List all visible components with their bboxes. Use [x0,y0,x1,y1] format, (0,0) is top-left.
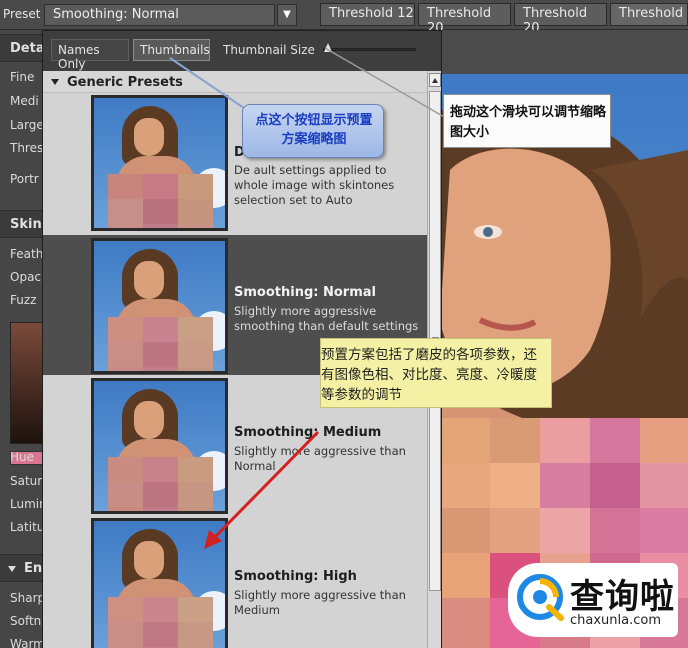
settings-panel: Deta Fine Medi Large Thres Portr Skin Fe… [0,30,47,648]
callout-text: 拖动这个滑块可以调节缩略图大小 [450,105,607,140]
tab-label: Threshold 12 [329,6,414,21]
setting-label: Sharp [10,591,46,605]
thumbnail-mosaic [108,317,213,371]
preset-select[interactable]: Smoothing: Normal [44,4,275,26]
callout-text: 点这个按钮显示预置方案缩略图 [255,113,373,147]
collapse-arrow-icon [8,566,16,572]
preset-thumbnail [91,238,228,374]
preset-thumbnail [91,518,228,648]
thumbnail-image [94,241,225,371]
preset-thumbnail [91,95,228,231]
section-title: Deta [10,41,45,56]
scroll-up-arrow-icon[interactable] [429,73,441,87]
setting-label: Large [10,118,44,132]
setting-label: Softn [10,614,42,628]
preset-description: Slightly more aggressive than Medium [234,588,406,617]
preset-title: Smoothing: Normal [234,285,376,300]
thumbnails-button[interactable]: Thumbnails [133,39,210,61]
setting-label: Opac [10,270,42,284]
skin-color-gradient[interactable] [10,322,44,444]
button-label: Names Only [58,43,100,71]
thumbnail-image [94,98,225,228]
setting-label: Satur [10,474,43,488]
preset-description: Slightly more aggressive smoothing than … [234,304,419,333]
button-label: Thumbnails [140,43,210,57]
chevron-down-icon[interactable]: ▼ [277,4,297,26]
preset-thumbnail [91,378,228,514]
search-icon [517,574,564,621]
section-header-enhance[interactable]: En [0,554,44,582]
preset-select-value: Smoothing: Normal [53,7,179,22]
tab-threshold-20-b[interactable]: Threshold 20 [514,3,607,36]
callout-slider-hint: 拖动这个滑块可以调节缩略图大小 [443,94,611,148]
app-window: Preset Smoothing: Normal ▼ Threshold 12 … [0,0,688,648]
thumbnail-mosaic [108,174,213,228]
section-title: En [24,561,43,576]
dropdown-toolbar: Names Only Thumbnails Thumbnail Size [43,31,441,71]
tab-threshold-12[interactable]: Threshold 12 [320,3,415,26]
setting-label: Feath [10,247,44,261]
section-header-detail[interactable]: Deta [0,34,45,62]
watermark-url: chaxunla.com [570,613,661,628]
preset-label: Preset [3,7,41,21]
preset-row-smoothing-high[interactable]: Smoothing: High Slightly more aggressive… [43,515,427,648]
thumbnail-mosaic [108,597,213,648]
setting-label: Warm [10,637,45,648]
thumbnail-size-label: Thumbnail Size [223,43,315,57]
setting-label: Fuzz [10,293,37,307]
face-shape [134,541,164,579]
section-title: Skin [10,217,42,232]
names-only-button[interactable]: Names Only [51,39,129,71]
callout-thumbnails-hint: 点这个按钮显示预置方案缩略图 [242,104,384,158]
thumbnail-size-slider-handle[interactable] [323,43,332,52]
face-shape [134,261,164,299]
tab-threshold-20[interactable]: Threshold 20 [418,3,511,36]
watermark-logo: 查询啦 chaxunla.com [508,563,678,637]
setting-label: Portr [10,172,39,186]
watermark-text: 查询啦 [570,577,675,617]
thumbnail-mosaic [108,457,213,511]
preset-title: Smoothing: Medium [234,425,382,440]
preset-title: Smoothing: High [234,569,357,584]
setting-label: Latitu [10,520,45,534]
thumbnail-image [94,521,225,648]
face-shape [134,118,164,156]
thumbnail-image [94,381,225,511]
setting-label: Fine [10,70,35,84]
setting-label: Thres [10,141,44,155]
section-header-skin[interactable]: Skin [0,210,44,238]
setting-label: Hue [10,450,35,464]
top-toolbar: Preset Smoothing: Normal ▼ Threshold 12 … [0,0,688,36]
group-header-generic-presets[interactable]: Generic Presets [43,71,427,93]
collapse-arrow-icon [51,79,59,85]
tab-threshold[interactable]: Threshold [610,3,688,26]
callout-text: 预置方案包括了磨皮的各项参数，还有图像色相、对比度、亮度、冷暖度等参数的调节 [321,347,537,403]
callout-presets-hint: 预置方案包括了磨皮的各项参数，还有图像色相、对比度、亮度、冷暖度等参数的调节 [320,338,552,408]
thumbnail-size-slider[interactable] [323,48,416,51]
tab-label: Threshold [619,6,684,21]
group-title: Generic Presets [67,75,183,90]
setting-label: Medi [10,94,39,108]
preset-description: De ault settings applied to whole image … [234,163,395,207]
preset-description: Slightly more aggressive than Normal [234,444,406,473]
face-shape [134,401,164,439]
